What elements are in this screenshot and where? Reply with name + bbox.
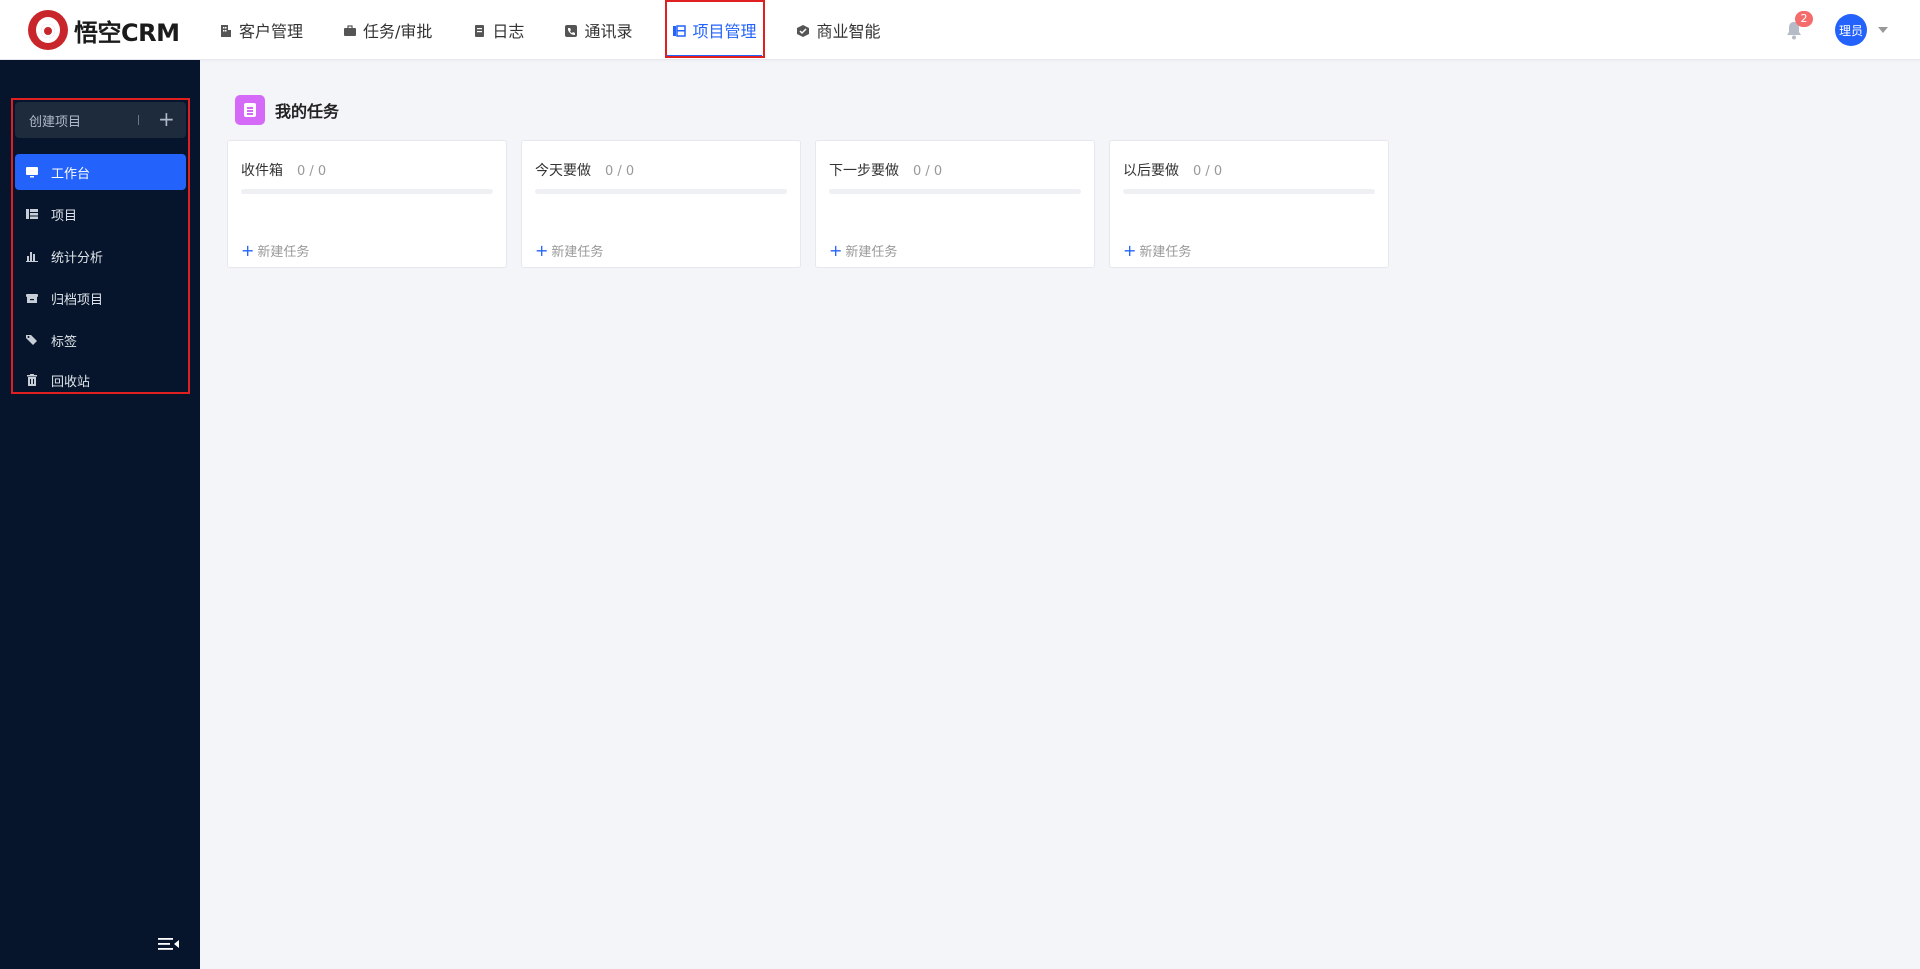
progress-bar xyxy=(241,189,493,194)
page-title-text: 我的任务 xyxy=(275,102,340,121)
plus-icon: + xyxy=(1123,240,1137,260)
highlight-box xyxy=(11,98,190,394)
nav-item-label: 项目管理 xyxy=(692,22,757,41)
new-task-button[interactable]: + 新建任务 xyxy=(1123,241,1191,260)
column-title: 以后要做 xyxy=(1123,163,1179,179)
task-column-later: 以后要做 0 / 0 + 新建任务 xyxy=(1109,140,1389,268)
nav-item-label: 客户管理 xyxy=(239,22,304,41)
nav-item-log[interactable]: 日志 xyxy=(458,0,538,60)
nav-item-customer[interactable]: 客户管理 xyxy=(205,0,317,60)
task-document-icon xyxy=(235,95,265,125)
column-title: 下一步要做 xyxy=(829,163,899,179)
nav-item-task-approval[interactable]: 任务/审批 xyxy=(329,0,446,60)
collapse-sidebar-icon[interactable] xyxy=(158,936,180,952)
page-title: 我的任务 xyxy=(235,95,339,125)
plus-icon: + xyxy=(241,240,255,260)
column-title: 收件箱 xyxy=(241,163,283,179)
nav-item-contacts[interactable]: 通讯录 xyxy=(550,0,646,60)
progress-bar xyxy=(829,189,1081,194)
task-column-today: 今天要做 0 / 0 + 新建任务 xyxy=(521,140,801,268)
sidebar: 创建项目 + 工作台 项目 统计分析 归档项目 标签 回收站 xyxy=(0,60,200,969)
nav-item-label: 日志 xyxy=(492,22,525,41)
column-count: 0 / 0 xyxy=(913,164,943,179)
new-task-label: 新建任务 xyxy=(845,245,898,260)
phone-book-icon xyxy=(564,23,578,37)
brand-name: 悟空CRM xyxy=(74,18,180,47)
column-count: 0 / 0 xyxy=(605,164,635,179)
column-header: 收件箱 0 / 0 xyxy=(241,160,326,180)
new-task-label: 新建任务 xyxy=(1139,245,1192,260)
plus-icon: + xyxy=(829,240,843,260)
new-task-label: 新建任务 xyxy=(257,245,310,260)
new-task-button[interactable]: + 新建任务 xyxy=(535,241,603,260)
nav-item-label: 商业智能 xyxy=(816,22,881,41)
notification-badge: 2 xyxy=(1795,11,1813,27)
notebook-icon xyxy=(472,23,486,37)
brand-logo[interactable]: 悟空CRM xyxy=(28,10,180,50)
column-header: 下一步要做 0 / 0 xyxy=(829,160,942,180)
new-task-label: 新建任务 xyxy=(551,245,604,260)
chevron-down-icon[interactable] xyxy=(1878,27,1888,33)
avatar-label: 理员 xyxy=(1838,23,1863,38)
task-column-next: 下一步要做 0 / 0 + 新建任务 xyxy=(815,140,1095,268)
nav-item-business-intelligence[interactable]: 商业智能 xyxy=(782,0,894,60)
column-header: 今天要做 0 / 0 xyxy=(535,160,634,180)
avatar[interactable]: 理员 xyxy=(1835,14,1867,46)
progress-bar xyxy=(535,189,787,194)
top-navbar: 悟空CRM 客户管理 任务/审批 日志 通讯录 项目管理 商业智能 2 理员 xyxy=(0,0,1920,60)
new-task-button[interactable]: + 新建任务 xyxy=(829,241,897,260)
project-icon xyxy=(672,23,687,37)
briefcase-icon xyxy=(343,23,357,37)
main-nav: 客户管理 任务/审批 日志 通讯录 项目管理 商业智能 xyxy=(205,0,906,60)
nav-item-project-management[interactable]: 项目管理 xyxy=(658,0,770,60)
cube-icon xyxy=(796,23,810,37)
progress-bar xyxy=(1123,189,1375,194)
new-task-button[interactable]: + 新建任务 xyxy=(241,241,309,260)
nav-item-label: 通讯录 xyxy=(584,22,633,41)
column-title: 今天要做 xyxy=(535,163,591,179)
building-icon xyxy=(219,23,233,37)
column-count: 0 / 0 xyxy=(1193,164,1223,179)
column-count: 0 / 0 xyxy=(297,164,327,179)
column-header: 以后要做 0 / 0 xyxy=(1123,160,1222,180)
task-column-inbox: 收件箱 0 / 0 + 新建任务 xyxy=(227,140,507,268)
monkey-logo-icon xyxy=(28,10,68,50)
nav-item-label: 任务/审批 xyxy=(363,22,433,41)
plus-icon: + xyxy=(535,240,549,260)
